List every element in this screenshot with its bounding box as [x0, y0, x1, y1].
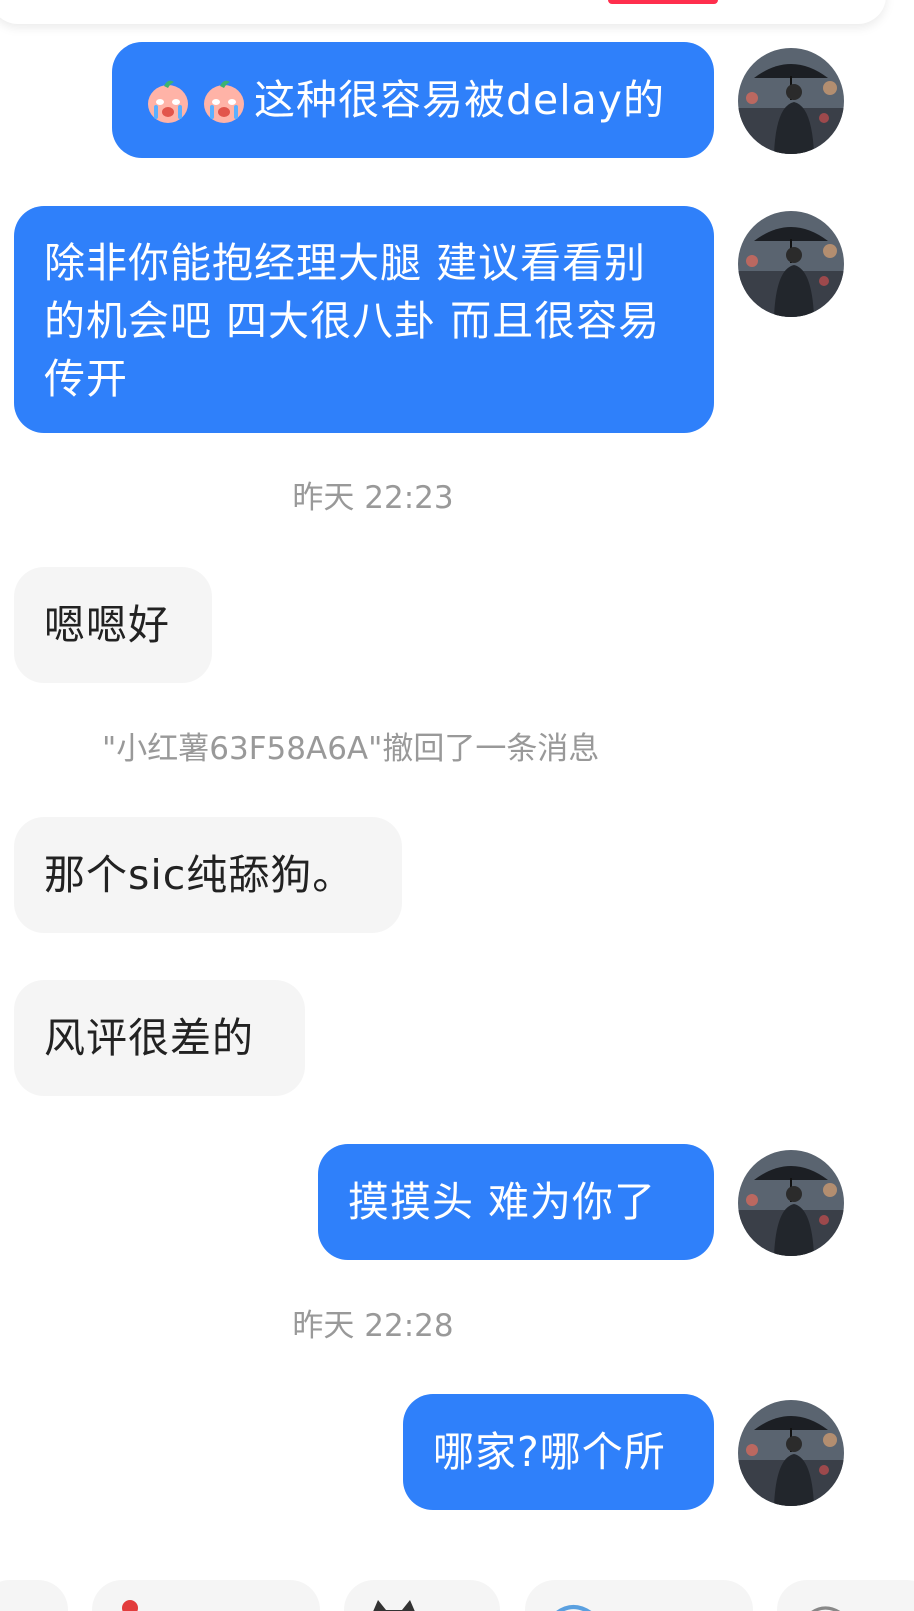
message-bubble-sent[interactable]: 摸摸头 难为你了	[318, 1144, 714, 1260]
timestamp: 昨天 22:23	[292, 480, 454, 516]
top-card	[0, 0, 886, 24]
message-bubble-received[interactable]: 那个sic纯舔狗。	[14, 817, 402, 933]
sticker-icon	[811, 1606, 840, 1611]
crying-peach-emoji-icon	[148, 80, 188, 123]
avatar[interactable]	[738, 1400, 844, 1506]
flower-sticker-icon	[122, 1600, 138, 1611]
message-bubble-sent[interactable]: 这种很容易被delay的	[112, 42, 714, 158]
cat-sticker-icon	[373, 1600, 415, 1611]
man-with-umbrella-avatar-icon	[738, 211, 844, 317]
message-text: 摸摸头 难为你了	[348, 1178, 657, 1226]
timestamp: 昨天 22:28	[292, 1308, 454, 1344]
man-with-umbrella-avatar-icon	[738, 1150, 844, 1256]
quick-reply-chip[interactable]	[525, 1580, 753, 1611]
message-text: 那个sic纯舔狗。	[44, 851, 355, 899]
message-text: 风评很差的	[44, 1014, 254, 1062]
chat-screen: 这种很容易被delay的 除非你能抱经理大腿 建议看看别的机会吧 四大很八卦 而…	[0, 0, 914, 1611]
man-with-umbrella-avatar-icon	[738, 48, 844, 154]
message-bubble-sent[interactable]: 除非你能抱经理大腿 建议看看别的机会吧 四大很八卦 而且很容易传开	[14, 206, 714, 433]
quick-reply-chip[interactable]	[344, 1580, 500, 1611]
message-bubble-sent[interactable]: 哪家?哪个所	[403, 1394, 714, 1510]
recall-notice: "小红薯63F58A6A"撤回了一条消息	[102, 731, 600, 767]
message-text: 嗯嗯好	[44, 601, 170, 649]
quick-reply-bar	[0, 1580, 914, 1611]
quick-reply-chip[interactable]	[92, 1580, 320, 1611]
crying-peach-emoji-icon	[204, 80, 244, 123]
message-bubble-received[interactable]: 风评很差的	[14, 980, 305, 1096]
quick-reply-chip[interactable]	[0, 1580, 68, 1611]
accent-pill	[608, 0, 718, 4]
message-bubble-received[interactable]: 嗯嗯好	[14, 567, 212, 683]
message-text: 这种很容易被delay的	[254, 76, 666, 124]
avatar[interactable]	[738, 211, 844, 317]
avatar[interactable]	[738, 48, 844, 154]
man-with-umbrella-avatar-icon	[738, 1400, 844, 1506]
avatar[interactable]	[738, 1150, 844, 1256]
message-text: 除非你能抱经理大腿 建议看看别的机会吧 四大很八卦 而且很容易传开	[44, 239, 661, 403]
message-text: 哪家?哪个所	[433, 1428, 666, 1476]
quick-reply-chip[interactable]	[777, 1580, 914, 1611]
blue-sticker-icon	[556, 1605, 592, 1611]
